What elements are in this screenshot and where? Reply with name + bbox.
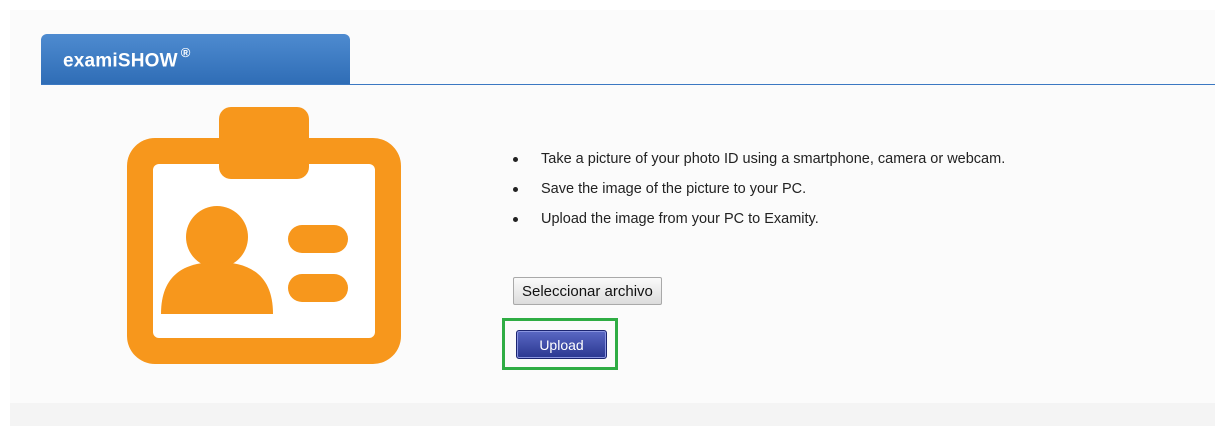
instruction-list: Take a picture of your photo ID using a … — [513, 148, 1005, 238]
bullet-icon — [513, 157, 518, 162]
list-item: Save the image of the picture to your PC… — [513, 178, 1005, 208]
tab-underline — [41, 84, 1215, 85]
tab-title: examiSHOW — [63, 50, 178, 72]
bullet-icon — [513, 187, 518, 192]
list-item: Upload the image from your PC to Examity… — [513, 208, 1005, 238]
list-item: Take a picture of your photo ID using a … — [513, 148, 1005, 178]
tab-examishow[interactable]: examiSHOW ® — [41, 34, 350, 84]
footer-band — [10, 403, 1215, 426]
registered-mark: ® — [180, 45, 191, 60]
id-card-icon — [118, 107, 410, 375]
upload-button[interactable]: Upload — [516, 330, 607, 359]
choose-file-button[interactable]: Seleccionar archivo — [513, 277, 662, 305]
page: examiSHOW ® Take a picture of your photo … — [0, 0, 1223, 426]
bullet-icon — [513, 217, 518, 222]
